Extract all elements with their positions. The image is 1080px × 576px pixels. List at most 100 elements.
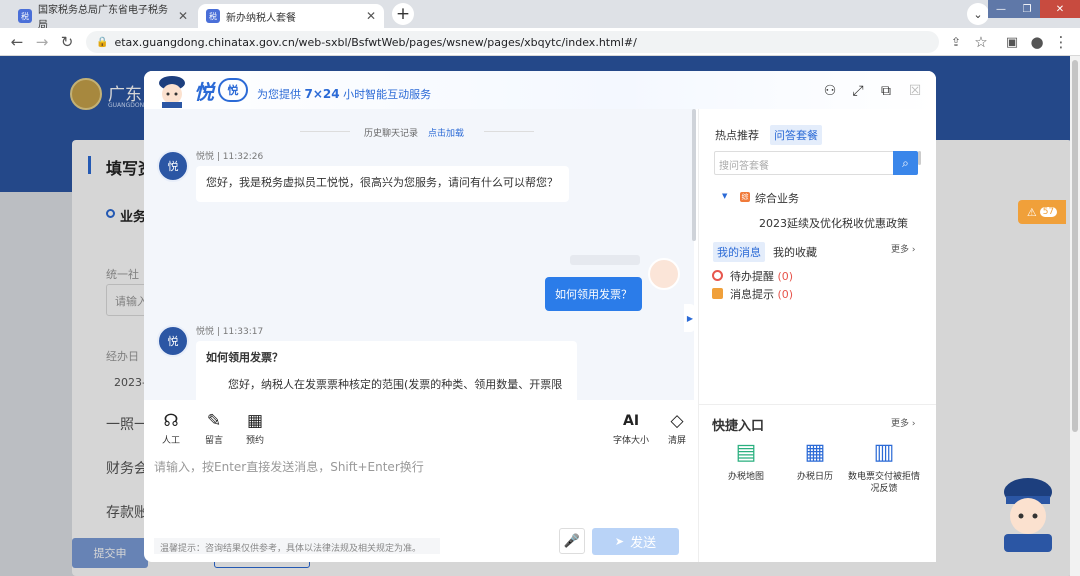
restore-icon[interactable]: ❐: [1014, 0, 1040, 18]
tab-label: 新办纳税人套餐: [226, 12, 296, 24]
share-icon[interactable]: ⇪: [947, 33, 965, 51]
leave-message-button[interactable]: ✎ 留言: [205, 411, 223, 446]
font-size-icon: AI: [622, 413, 640, 429]
message-meta: 悦悦 | 11:32:26: [196, 152, 264, 162]
assistant-avatar: 悦: [157, 325, 189, 357]
clock-icon: [712, 270, 723, 281]
quick-tax-calendar[interactable]: 办税日历: [789, 472, 841, 484]
bookmark-star-icon[interactable]: ☆: [972, 33, 990, 51]
assistant-mascot-icon: [159, 76, 185, 108]
todo-label: 待办提醒: [730, 270, 774, 283]
dialog-logo-badge: 悦: [218, 78, 248, 102]
user-icon[interactable]: ⚇: [822, 83, 838, 99]
qa-search-input[interactable]: 搜问答套餐: [714, 151, 894, 175]
tab-my-messages[interactable]: 我的消息: [713, 242, 765, 262]
messages-more-link[interactable]: 更多 ›: [891, 242, 916, 255]
tab-search-icon[interactable]: ⌄: [967, 3, 989, 25]
collapse-icon[interactable]: ▼: [722, 192, 727, 200]
close-chat-icon[interactable]: ☒: [907, 83, 923, 99]
category-icon: 综: [740, 192, 750, 202]
browser-tab-etax[interactable]: 税 国家税务总局广东省电子税务局 ✕: [10, 4, 196, 31]
send-label: 发送: [630, 536, 657, 551]
url-field[interactable]: 🔒 etax.guangdong.chinatax.gov.cn/web-sxb…: [86, 31, 939, 53]
new-tab-button[interactable]: +: [392, 3, 414, 25]
profile-icon[interactable]: ●: [1028, 33, 1046, 51]
tool-label: 留言: [205, 436, 224, 446]
warning-icon: ⚠: [1026, 205, 1037, 219]
more-label: 更多: [891, 245, 910, 255]
divider: [300, 131, 350, 132]
headset-icon: ☊: [163, 411, 179, 431]
right-scrollbar[interactable]: [918, 151, 921, 165]
close-icon[interactable]: ✕: [178, 9, 188, 23]
answer-title: 如何领用发票？: [206, 351, 283, 364]
send-icon: ➤: [614, 535, 625, 548]
assistant-answer: 如何领用发票？ 您好，纳税人在发票票种核定的范围(发票的种类、领用数量、开票限: [196, 341, 577, 400]
close-window-icon[interactable]: ✕: [1040, 0, 1080, 18]
assistant-avatar: 悦: [157, 150, 189, 182]
quick-more-link[interactable]: 更多 ›: [891, 416, 916, 429]
tab-qa-package[interactable]: 问答套餐: [770, 125, 822, 145]
tab-my-favorites[interactable]: 我的收藏: [773, 244, 817, 260]
clear-screen-button[interactable]: ◇ 清屏: [668, 411, 686, 446]
quick-invoice-feedback[interactable]: 数电票交付被拒情况反馈: [848, 472, 920, 495]
browser-tab-new-taxpayer[interactable]: 税 新办纳税人套餐 ✕: [198, 4, 384, 28]
tax-favicon-icon: 税: [206, 9, 220, 23]
assistant-message: 您好，我是税务虚拟员工悦悦，很高兴为您服务，请问有什么可以帮您？: [196, 166, 569, 202]
invoice-feedback-icon[interactable]: ▥: [870, 438, 898, 466]
message-notice[interactable]: 消息提示 (0): [730, 286, 793, 302]
mascot-icon[interactable]: [996, 462, 1060, 554]
disclaimer-tip: 温馨提示：咨询结果仅供参考，具体以法律法规及相关规定为准。: [154, 538, 440, 554]
map-icon[interactable]: ▤: [732, 438, 760, 466]
todo-count: (0): [777, 270, 794, 283]
chat-scrollbar[interactable]: [692, 109, 696, 241]
search-icon[interactable]: ⌕: [893, 151, 918, 175]
expand-panel-icon[interactable]: ▶: [684, 304, 696, 332]
notice-count: (0): [777, 288, 794, 301]
policy-item[interactable]: 2023延续及优化税收优惠政策: [759, 215, 908, 231]
alert-count: 57: [1039, 207, 1058, 217]
dialog-slogan: 为您提供 7×24 小时智能互动服务: [257, 86, 431, 102]
divider: [698, 404, 936, 405]
tax-favicon-icon: 税: [18, 9, 32, 23]
quick-tax-map[interactable]: 办税地图: [720, 472, 772, 484]
tool-label: 清屏: [668, 436, 687, 446]
fullscreen-icon[interactable]: ⤢: [850, 83, 866, 99]
category-label[interactable]: 综合业务: [755, 190, 799, 206]
sender-name: 悦悦: [196, 152, 215, 162]
notice-label: 消息提示: [730, 288, 774, 301]
side-panel-icon[interactable]: ▣: [1003, 33, 1021, 51]
history-label: 历史聊天记录: [364, 129, 419, 139]
divider: [484, 131, 534, 132]
close-icon[interactable]: ✕: [366, 9, 376, 23]
microphone-icon[interactable]: 🎤: [559, 528, 585, 554]
alert-badge[interactable]: ⚠ 57: [1018, 200, 1066, 224]
tool-label: 预约: [246, 436, 265, 446]
more-label: 更多: [891, 419, 910, 429]
menu-icon[interactable]: ⋮: [1052, 33, 1070, 51]
load-history-link[interactable]: 点击加载: [428, 129, 464, 139]
tab-hot-recommend[interactable]: 热点推荐: [715, 127, 759, 143]
chat-input[interactable]: 请输入，按Enter直接发送消息，Shift+Enter换行: [154, 458, 424, 475]
edit-icon: ✎: [206, 411, 222, 431]
calendar-icon: ▦: [246, 411, 264, 431]
minimize-chat-icon[interactable]: ⧉: [878, 83, 894, 99]
tab-label: 国家税务总局广东省电子税务局: [38, 5, 168, 31]
todo-reminder[interactable]: 待办提醒 (0): [730, 268, 793, 284]
page-scrollbar-thumb[interactable]: [1072, 60, 1078, 432]
appointment-button[interactable]: ▦ 预约: [246, 411, 264, 446]
message-time: 11:32:26: [222, 152, 264, 162]
eraser-icon: ◇: [670, 411, 684, 431]
send-button[interactable]: ➤ 发送: [592, 528, 679, 555]
minimize-icon[interactable]: —: [988, 0, 1014, 18]
human-agent-button[interactable]: ☊ 人工: [162, 411, 180, 446]
back-icon[interactable]: ←: [8, 33, 26, 51]
slogan-bold: 7×24: [304, 87, 340, 101]
reload-icon[interactable]: ↻: [58, 33, 76, 51]
forward-icon[interactable]: →: [33, 33, 51, 51]
chevron-right-icon: ›: [911, 419, 916, 429]
calendar-icon[interactable]: ▦: [801, 438, 829, 466]
user-name-blurred: [570, 255, 640, 265]
font-size-button[interactable]: AI 字体大小: [613, 411, 649, 446]
user-avatar: [648, 258, 680, 290]
